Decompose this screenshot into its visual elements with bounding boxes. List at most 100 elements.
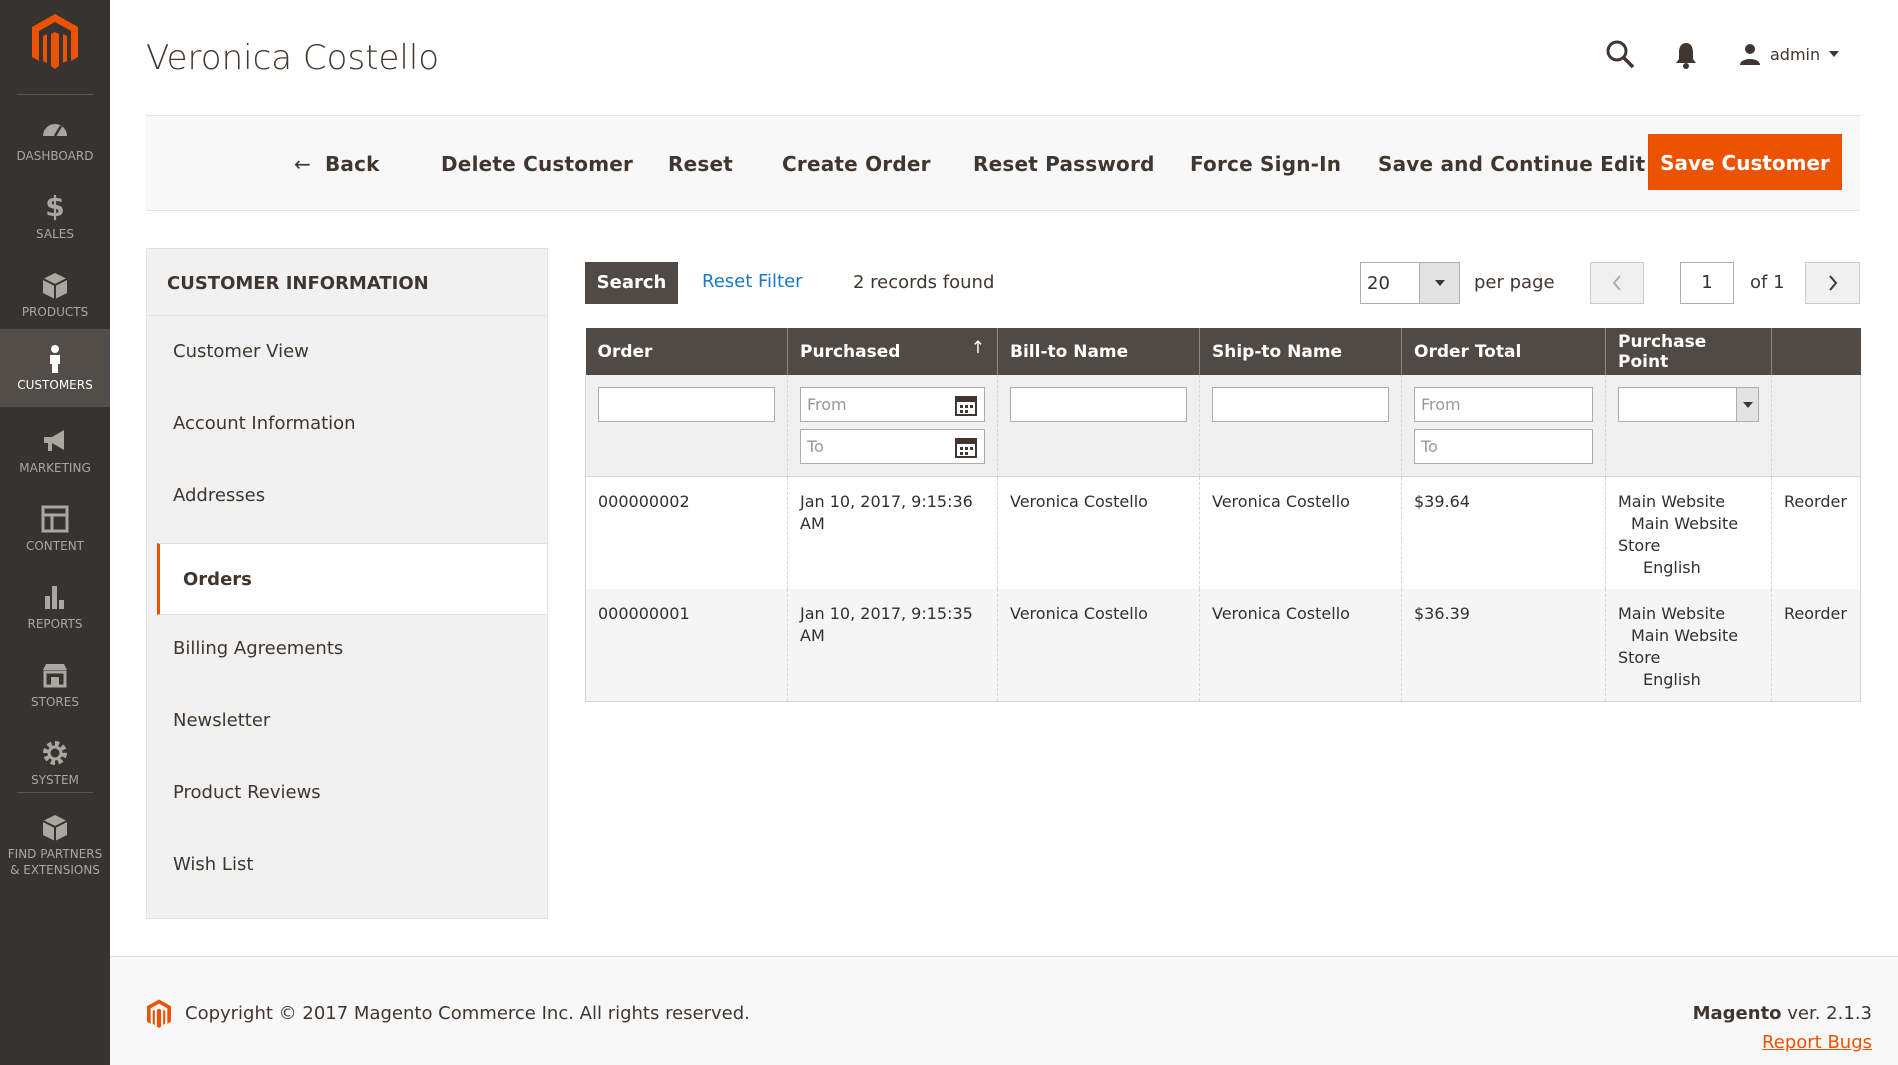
- back-button-label: Back: [324, 152, 380, 176]
- filter-purchase-point-dropdown[interactable]: [1736, 388, 1758, 421]
- tab-newsletter[interactable]: Newsletter: [147, 685, 547, 757]
- nav-customers[interactable]: CUSTOMERS: [0, 329, 110, 407]
- nav-products[interactable]: PRODUCTS: [0, 256, 110, 334]
- sidebar-divider: [17, 94, 93, 95]
- nav-marketing-label: MARKETING: [19, 461, 91, 475]
- create-order-button[interactable]: Create Order: [782, 116, 931, 212]
- filter-order-input[interactable]: [598, 387, 775, 422]
- filter-total-to[interactable]: To: [1414, 429, 1593, 464]
- report-bugs-link[interactable]: Report Bugs: [1762, 1032, 1872, 1053]
- user-menu[interactable]: admin: [1738, 40, 1840, 68]
- tab-billing-agreements[interactable]: Billing Agreements: [147, 613, 547, 685]
- column-header-order[interactable]: Order: [585, 328, 788, 375]
- admin-sidebar: DASHBOARD $ SALES PRODUCTS CUSTOMERS MAR…: [0, 0, 110, 1065]
- filter-cell-order-total: From To: [1401, 375, 1606, 477]
- caret-down-icon: [1743, 402, 1753, 408]
- reorder-link[interactable]: Reorder: [1771, 589, 1861, 702]
- filter-cell-purchased: From To: [787, 375, 998, 477]
- delete-customer-button[interactable]: Delete Customer: [441, 116, 633, 212]
- filter-purchased-from[interactable]: From: [800, 387, 985, 422]
- grid-search-button[interactable]: Search: [585, 262, 678, 304]
- purchase-point: Main Website Main Website Store English: [1605, 476, 1772, 589]
- reorder-link[interactable]: Reorder: [1771, 476, 1861, 589]
- nav-sales[interactable]: $ SALES: [0, 178, 110, 256]
- version-text: Magento ver. 2.1.3: [1693, 1003, 1872, 1024]
- tab-wish-list[interactable]: Wish List: [147, 829, 547, 901]
- bill-to-name: Veronica Costello: [997, 476, 1200, 589]
- page-number-input[interactable]: 1: [1680, 262, 1734, 304]
- tab-orders[interactable]: Orders: [157, 543, 547, 615]
- previous-page-button[interactable]: [1590, 262, 1644, 304]
- nav-system-label: SYSTEM: [31, 773, 79, 787]
- filter-total-from[interactable]: From: [1414, 387, 1593, 422]
- table-row[interactable]: 000000001 Jan 10, 2017, 9:15:35 AM Veron…: [585, 589, 1861, 702]
- dashboard-icon: [43, 124, 67, 137]
- purchased-date: Jan 10, 2017, 9:15:35 AM: [787, 589, 998, 702]
- calendar-icon[interactable]: [954, 435, 978, 459]
- nav-stores[interactable]: STORES: [0, 646, 110, 724]
- nav-dashboard[interactable]: DASHBOARD: [0, 100, 110, 178]
- column-header-purchase-point[interactable]: Purchase Point: [1605, 328, 1772, 375]
- back-button[interactable]: ← Back: [294, 116, 380, 212]
- tab-customer-view[interactable]: Customer View: [147, 316, 547, 388]
- caret-down-icon: [1829, 51, 1840, 57]
- order-total: $39.64: [1401, 476, 1606, 589]
- filter-cell-order: [585, 375, 788, 477]
- filter-ship-to-input[interactable]: [1212, 387, 1389, 422]
- per-page-label: per page: [1474, 272, 1555, 293]
- nav-system[interactable]: SYSTEM: [0, 724, 110, 802]
- magento-logo-icon[interactable]: [30, 14, 80, 70]
- nav-find-partners[interactable]: FIND PARTNERS & EXTENSIONS: [0, 798, 110, 888]
- purchase-point-store-suffix: Store: [1618, 648, 1661, 667]
- nav-marketing[interactable]: MARKETING: [0, 412, 110, 490]
- box-icon: [42, 273, 68, 299]
- purchase-point-view: English: [1643, 670, 1701, 689]
- tabs-title: CUSTOMER INFORMATION: [167, 273, 429, 294]
- tab-addresses[interactable]: Addresses: [147, 460, 547, 532]
- next-page-button[interactable]: [1805, 262, 1860, 304]
- force-signin-button[interactable]: Force Sign-In: [1190, 116, 1341, 212]
- nav-reports[interactable]: REPORTS: [0, 568, 110, 646]
- per-page-dropdown-button[interactable]: [1419, 263, 1459, 303]
- nav-content[interactable]: CONTENT: [0, 490, 110, 568]
- chevron-left-icon: [1612, 275, 1621, 291]
- copyright-text: Copyright © 2017 Magento Commerce Inc. A…: [185, 1003, 750, 1024]
- arrow-left-icon: ←: [294, 152, 311, 176]
- filter-purchase-point-select[interactable]: [1618, 387, 1759, 422]
- column-header-purchased[interactable]: Purchased ↑: [787, 328, 998, 375]
- save-and-continue-button[interactable]: Save and Continue Edit: [1378, 116, 1645, 212]
- per-page-select[interactable]: 20: [1360, 262, 1460, 304]
- user-icon: [1740, 44, 1760, 65]
- filter-cell-action: [1771, 375, 1861, 477]
- per-page-value: 20: [1367, 273, 1390, 294]
- calendar-icon[interactable]: [954, 393, 978, 417]
- tab-account-information[interactable]: Account Information: [147, 388, 547, 460]
- store-icon: [43, 664, 67, 688]
- filter-bill-to-input[interactable]: [1010, 387, 1187, 422]
- sort-ascending-icon: ↑: [970, 338, 985, 358]
- nav-find-partners-label: FIND PARTNERS & EXTENSIONS: [7, 847, 103, 877]
- table-row[interactable]: 000000002 Jan 10, 2017, 9:15:36 AM Veron…: [585, 476, 1861, 589]
- nav-stores-label: STORES: [31, 695, 79, 709]
- filter-cell-bill-to: [997, 375, 1200, 477]
- notifications-bell-icon[interactable]: [1672, 40, 1700, 70]
- reset-button[interactable]: Reset: [668, 116, 733, 212]
- save-customer-button[interactable]: Save Customer: [1648, 134, 1842, 190]
- megaphone-icon: [44, 430, 64, 451]
- filter-purchased-to[interactable]: To: [800, 429, 985, 464]
- column-header-ship-to-name[interactable]: Ship-to Name: [1199, 328, 1402, 375]
- column-header-order-total[interactable]: Order Total: [1401, 328, 1606, 375]
- filter-purchased-to-placeholder: To: [807, 437, 824, 456]
- sidebar-divider: [17, 792, 93, 793]
- search-icon[interactable]: [1604, 38, 1636, 70]
- nav-dashboard-label: DASHBOARD: [16, 149, 94, 163]
- purchase-point-website: Main Website: [1618, 604, 1726, 623]
- column-header-action: [1771, 328, 1861, 375]
- filter-cell-ship-to: [1199, 375, 1402, 477]
- nav-customers-label: CUSTOMERS: [17, 378, 93, 392]
- reset-filter-link[interactable]: Reset Filter: [702, 271, 803, 292]
- reset-password-button[interactable]: Reset Password: [973, 116, 1155, 212]
- gear-icon: [43, 741, 67, 765]
- tab-product-reviews[interactable]: Product Reviews: [147, 757, 547, 829]
- column-header-bill-to-name[interactable]: Bill-to Name: [997, 328, 1200, 375]
